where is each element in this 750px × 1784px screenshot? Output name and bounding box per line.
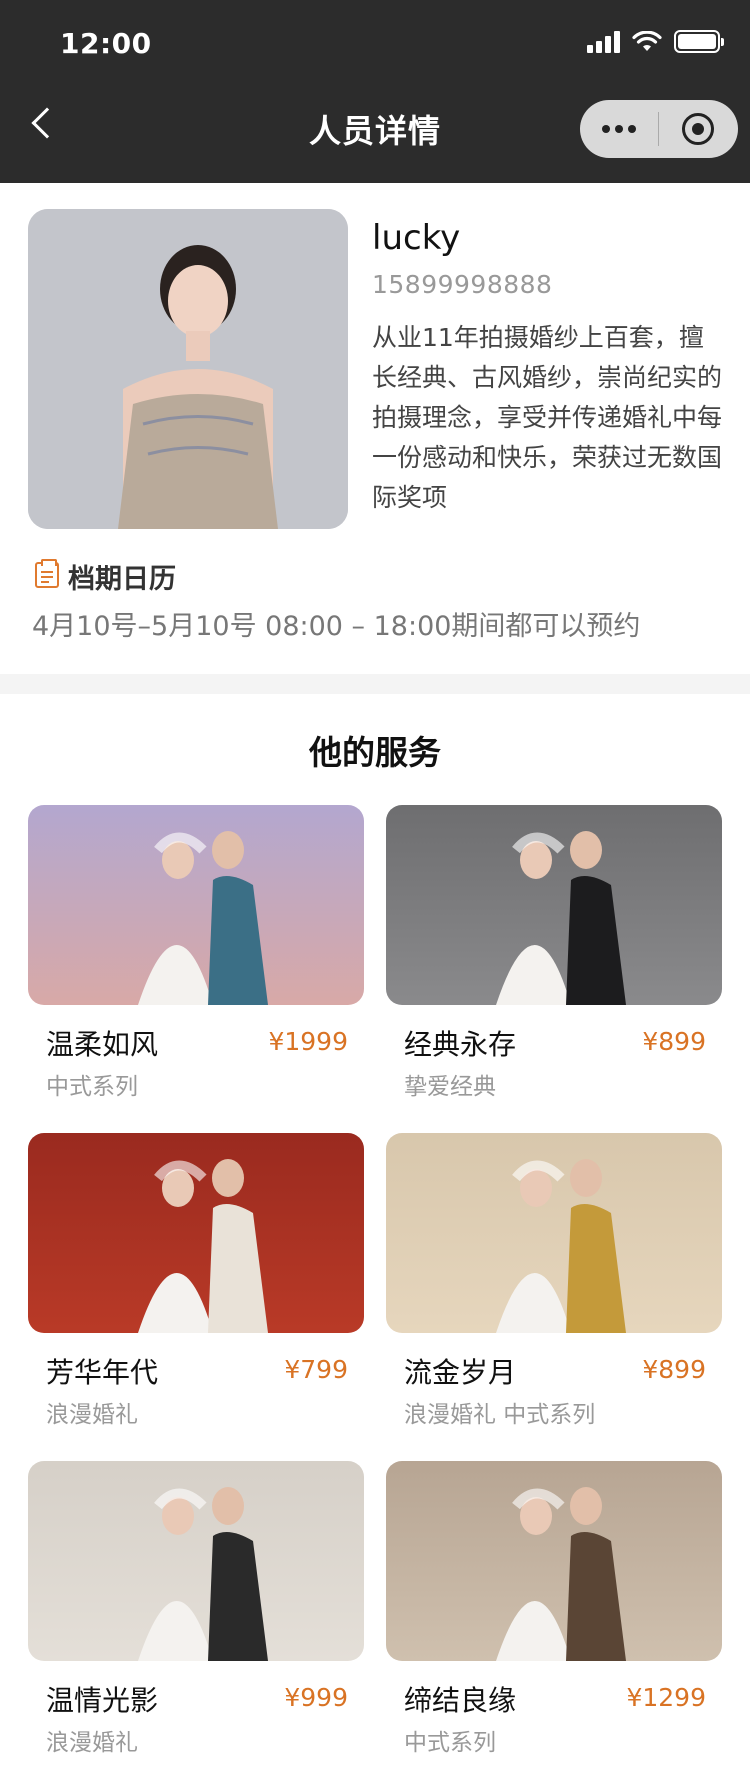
service-price: ¥799 [284, 1355, 348, 1384]
service-image [386, 805, 722, 1005]
service-card[interactable]: 缔结良缘 ¥1299 中式系列 [386, 1461, 722, 1761]
service-card[interactable]: 经典永存 ¥899 挚爱经典 [386, 805, 722, 1105]
service-price: ¥1299 [626, 1683, 706, 1712]
service-card[interactable]: 芳华年代 ¥799 浪漫婚礼 [28, 1133, 364, 1433]
service-tag: 中式系列 [46, 1074, 138, 1100]
schedule-title: 档期日历 [68, 564, 176, 595]
service-card[interactable]: 流金岁月 ¥899 浪漫婚礼 中式系列 [386, 1133, 722, 1433]
services-title: 他的服务 [309, 733, 441, 772]
service-tag: 挚爱经典 [404, 1074, 496, 1100]
service-card[interactable]: 温柔如风 ¥1999 中式系列 [28, 805, 364, 1105]
status-icons [587, 30, 724, 53]
service-price: ¥1999 [268, 1027, 348, 1056]
service-image [386, 1461, 722, 1661]
capsule-menu [580, 100, 738, 158]
profile-name: lucky [372, 218, 461, 258]
service-price: ¥899 [642, 1355, 706, 1384]
service-title: 温情光影 [46, 1684, 159, 1717]
service-tag: 浪漫婚礼 中式系列 [404, 1402, 596, 1428]
service-image [28, 1461, 364, 1661]
service-title: 温柔如风 [46, 1028, 159, 1061]
signal-icon [587, 30, 620, 53]
service-price: ¥999 [284, 1683, 348, 1712]
status-time: 12:00 [60, 27, 152, 60]
service-title: 缔结良缘 [404, 1684, 517, 1717]
header: 12:00 人员详情 [0, 0, 750, 183]
service-tag: 中式系列 [404, 1730, 496, 1756]
more-dots-icon[interactable] [580, 125, 658, 133]
service-tag: 浪漫婚礼 [46, 1730, 138, 1756]
service-image [28, 805, 364, 1005]
profile-bio: 从业11年拍摄婚纱上百套，擅长经典、古风婚纱，崇尚纪实的拍摄理念，享受并传递婚礼… [372, 323, 723, 512]
wifi-icon [632, 30, 662, 51]
calendar-icon [35, 559, 59, 588]
service-price: ¥899 [642, 1027, 706, 1056]
service-tag: 浪漫婚礼 [46, 1402, 138, 1428]
service-title: 经典永存 [404, 1028, 517, 1061]
service-title: 芳华年代 [46, 1356, 159, 1389]
battery-icon [674, 30, 724, 53]
service-image [28, 1133, 364, 1333]
service-title: 流金岁月 [404, 1356, 517, 1389]
section-divider [0, 674, 750, 694]
schedule-text: 4月10号–5月10号 08:00 – 18:00期间都可以预约 [32, 611, 641, 642]
profile-phone: 15899998888 [372, 270, 553, 299]
service-image [386, 1133, 722, 1333]
service-card[interactable]: 温情光影 ¥999 浪漫婚礼 [28, 1461, 364, 1761]
target-icon[interactable] [659, 113, 737, 145]
avatar [28, 209, 348, 529]
